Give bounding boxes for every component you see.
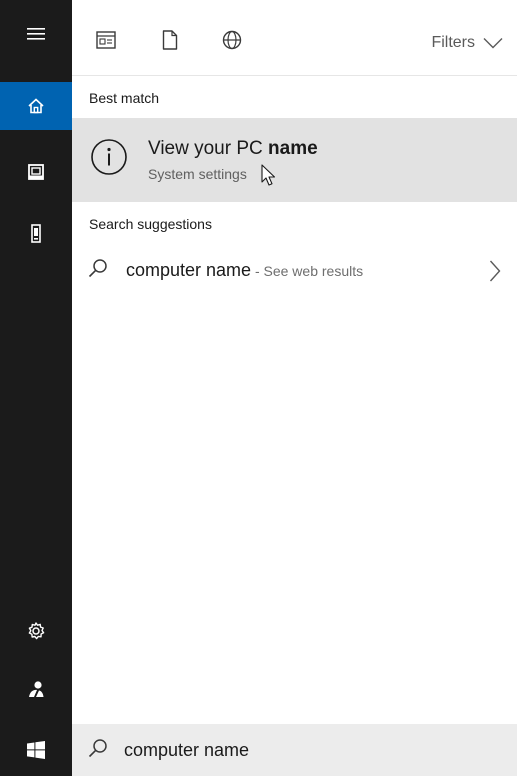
filters-label: Filters bbox=[431, 34, 475, 51]
best-match-title: View your PC name bbox=[148, 138, 318, 160]
start-search-panel: Filters Best match View your PC name Sys… bbox=[0, 0, 517, 776]
user-icon bbox=[29, 681, 44, 697]
apps-icon bbox=[96, 31, 116, 49]
settings-button[interactable] bbox=[0, 607, 72, 655]
suggestion-text: computer name - See web results bbox=[126, 260, 363, 281]
best-match-title-bold: name bbox=[268, 138, 318, 159]
best-match-title-text: View your PC bbox=[148, 138, 269, 159]
filter-toolbar: Filters bbox=[72, 0, 517, 76]
home-icon bbox=[28, 98, 44, 114]
documents-filter-button[interactable] bbox=[158, 28, 182, 52]
mouse-cursor-icon bbox=[261, 164, 276, 186]
hamburger-menu-button[interactable] bbox=[0, 10, 72, 58]
suggestion-web-label: - See web results bbox=[251, 263, 364, 279]
web-filter-button[interactable] bbox=[220, 28, 244, 52]
search-suggestions-heading: Search suggestions bbox=[89, 216, 212, 232]
web-icon bbox=[222, 30, 242, 50]
documents-icon bbox=[28, 164, 44, 180]
chevron-down-icon bbox=[483, 38, 503, 49]
start-button[interactable] bbox=[0, 724, 72, 776]
best-match-result[interactable]: View your PC name System settings bbox=[72, 118, 517, 202]
device-button[interactable] bbox=[0, 210, 72, 258]
best-match-heading: Best match bbox=[89, 90, 160, 106]
search-box[interactable] bbox=[72, 724, 517, 776]
left-rail bbox=[0, 0, 72, 776]
apps-filter-button[interactable] bbox=[94, 28, 118, 52]
windows-start-icon bbox=[27, 741, 45, 759]
documents-button[interactable] bbox=[0, 148, 72, 196]
hamburger-icon bbox=[27, 28, 45, 40]
search-input[interactable] bbox=[124, 737, 484, 763]
settings-icon bbox=[28, 622, 45, 640]
best-match-subtitle: System settings bbox=[148, 166, 247, 182]
suggestion-query: computer name bbox=[126, 260, 252, 280]
info-icon bbox=[91, 139, 127, 175]
device-icon bbox=[31, 224, 41, 243]
home-button[interactable] bbox=[0, 82, 72, 130]
search-icon bbox=[88, 739, 107, 758]
search-icon bbox=[88, 259, 107, 278]
filters-dropdown[interactable]: Filters bbox=[431, 34, 503, 52]
chevron-right-icon bbox=[489, 260, 501, 282]
documents-icon bbox=[162, 30, 178, 50]
user-button[interactable] bbox=[0, 665, 72, 713]
suggestion-item[interactable]: computer name - See web results bbox=[72, 250, 517, 290]
